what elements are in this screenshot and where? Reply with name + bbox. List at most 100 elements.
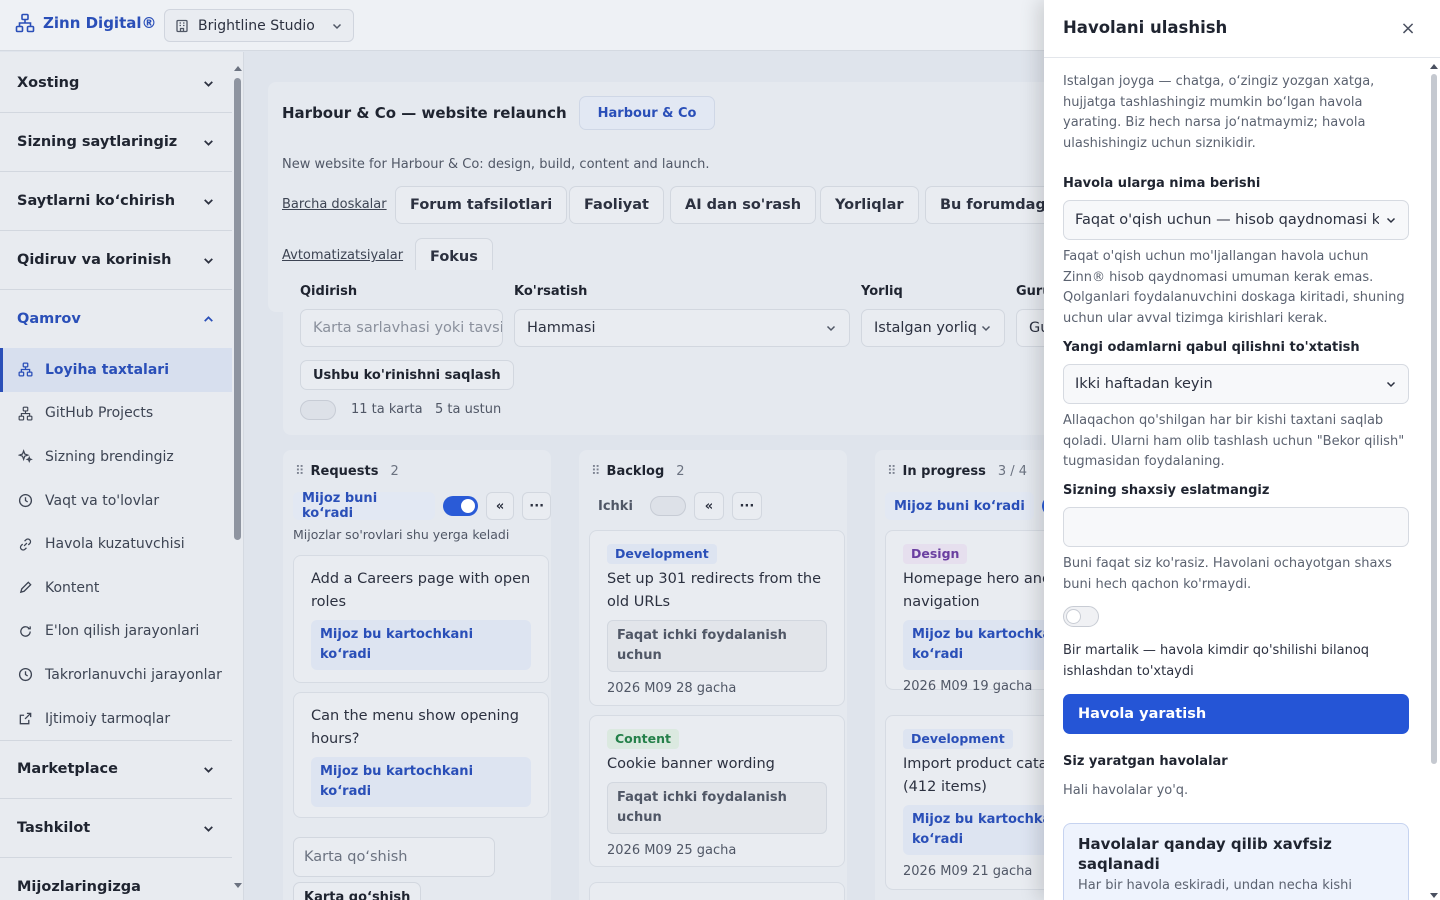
card-title: Homepage hero and navigation [903,571,1045,610]
automations-link[interactable]: Avtomatizatsiyalar [282,248,403,263]
column-menu-button[interactable]: ··· [731,492,762,520]
sidebar-section-migration[interactable]: Saytlarni ko‘chirish [0,172,232,231]
board-card[interactable]: Add a Careers page with open roles Mijoz… [293,555,549,683]
column-count: 2 [676,464,685,479]
tab-forum-details[interactable]: Forum tafsilotlari [395,186,568,224]
column-note: Mijozlar so'rovlari shu yerga keladi [293,527,510,542]
sidebar-section-coverage[interactable]: Qamrov Loyiha taxtalari GitHub Projects … [0,290,232,742]
sidebar-item-label: Ijtimoiy tarmoqlar [45,710,171,727]
collapse-column-button[interactable]: « [693,492,724,520]
show-select[interactable]: Hammasi [514,309,850,347]
column-menu-button[interactable]: ··· [522,492,551,520]
sidebar-item-label: Havola kuzatuvchisi [45,536,185,553]
sidebar-item-branding[interactable]: Sizning brendingiz [0,435,232,479]
tab-labels[interactable]: Yorliqlar [820,186,919,224]
access-label: Havola ularga nima berishi [1063,176,1261,191]
sidebar-item-github-projects[interactable]: GitHub Projects [0,392,232,436]
sidebar-item-time-payments[interactable]: Vaqt va to'lovlar [0,479,232,523]
client-visible-note: Mijoz bu kartochkani ko‘radi [903,805,1045,855]
info-text: Har bir havola eskiradi, undan necha kis… [1078,878,1353,893]
access-select[interactable]: Faqat o'qish uchun — hisob qaydnomasi ke… [1063,200,1409,240]
sidebar-item-publishing-workflows[interactable]: E'lon qilish jarayonlari [0,610,232,654]
sidebar-section-organization[interactable]: Tashkilot [0,799,232,858]
drag-handle-icon[interactable]: ⠿ [295,464,304,479]
board-card[interactable]: Design Homepage hero and navigation Mijo… [885,530,1045,694]
client-visibility-toggle[interactable] [649,496,686,516]
board-card[interactable] [589,882,845,900]
scroll-down-arrow-icon[interactable] [234,883,242,888]
brand-logo[interactable]: Zinn Digital® [15,13,157,33]
save-view-button[interactable]: Ushbu ko'rinishni saqlash [300,360,514,390]
card-title: Set up 301 redirects from the old URLs [607,571,822,610]
chevron-up-icon [204,315,213,322]
expire-select[interactable]: Ikki haftadan keyin [1063,364,1409,404]
section-label: Xosting [17,75,80,91]
sidebar-scrollbar[interactable] [233,64,242,888]
workspace-switcher[interactable]: Brightline Studio [164,9,354,42]
board-card[interactable]: Development Import product catalogue (41… [885,715,1045,890]
sidebar-section-search-visibility[interactable]: Qidiruv va korinish [0,231,232,290]
clock-icon [18,668,33,682]
org-chart-icon [15,13,35,33]
scrollbar-thumb[interactable] [234,78,241,540]
add-card-input[interactable]: Karta qo‘shish [293,837,495,877]
card-due-date: 2026 M09 28 gacha [607,681,737,696]
scrollbar-thumb[interactable] [1431,74,1437,764]
client-visibility-toggle[interactable] [443,496,478,516]
close-icon[interactable]: × [1398,19,1418,39]
sidebar-item-content[interactable]: Kontent [0,566,232,610]
one-time-toggle[interactable] [1063,606,1099,627]
sidebar-item-recurring-workflows[interactable]: Takrorlanuvchi jarayonlar [0,653,232,697]
main-area: Harbour & Co — website relaunch Harbour … [245,52,1045,900]
card-label: Development [903,729,1013,749]
label-filter-label: Yorliq [861,284,903,299]
board-card[interactable]: Content Cookie banner wording Faqat ichk… [589,715,845,867]
collapse-column-button[interactable]: « [485,492,515,520]
sidebar-item-project-boards[interactable]: Loyiha taxtalari [0,348,232,392]
tab-activity[interactable]: Faoliyat [569,186,664,224]
search-input[interactable]: Karta sarlavhasi yoki tavsifi [300,309,503,347]
group-select[interactable]: Guruhsiz [1016,309,1045,347]
create-link-button[interactable]: Havola yaratish [1063,694,1409,734]
visibility-badge: Mijoz buni ko‘radi [293,491,436,521]
chevron-down-icon [1386,381,1396,388]
sidebar-item-label: Sizning brendingiz [45,448,174,465]
board-card[interactable]: Can the menu show opening hours? Mijoz b… [293,692,549,818]
section-label: Tashkilot [17,820,91,836]
tab-this-forum[interactable]: Bu forumdagi [925,186,1045,224]
drag-handle-icon[interactable]: ⠿ [887,464,896,479]
chevron-down-icon [1386,217,1396,224]
columns-count: 5 ta ustun [435,402,502,417]
sidebar-section-clients[interactable]: Mijozlaringizga [0,858,232,900]
column-title: Backlog [606,464,665,479]
links-label: Siz yaratgan havolalar [1063,754,1228,769]
scroll-up-arrow-icon[interactable] [1430,64,1438,69]
sidebar-section-hosting[interactable]: Xosting [0,54,232,113]
drawer-scrollbar[interactable] [1429,62,1438,898]
card-due-date: 2026 M09 25 gacha [607,843,737,858]
card-due-date: 2026 M09 19 gacha [903,679,1033,694]
view-toggle[interactable] [300,400,336,420]
section-label: Qidiruv va korinish [17,252,172,268]
sidebar-item-link-tracker[interactable]: Havola kuzatuvchisi [0,522,232,566]
all-boards-link[interactable]: Barcha doskalar [282,197,387,212]
scroll-up-arrow-icon[interactable] [234,66,242,71]
tab-ask-ai[interactable]: AI dan so'rash [670,186,817,224]
client-badge[interactable]: Harbour & Co [578,96,716,130]
sidebar-item-social-networks[interactable]: Ijtimoiy tarmoqlar [0,697,232,741]
drawer-header: Havolani ulashish × [1044,0,1440,58]
card-due-date: 2026 M09 21 gacha [903,864,1033,879]
private-note-input[interactable] [1063,507,1409,547]
sidebar-item-label: E'lon qilish jarayonlari [45,623,200,640]
access-select-value: Faqat o'qish uchun — hisob qaydnomasi ke… [1075,212,1379,228]
drag-handle-icon[interactable]: ⠿ [591,464,600,479]
sidebar-item-label: GitHub Projects [45,405,154,422]
sidebar-section-marketplace[interactable]: Marketplace [0,740,232,799]
label-select[interactable]: Istalgan yorliq [861,309,1005,347]
scroll-down-arrow-icon[interactable] [1430,893,1438,898]
add-card-button[interactable]: Karta qo‘shish [293,882,422,900]
column-title: In progress [902,464,986,479]
section-label: Saytlarni ko‘chirish [17,193,176,209]
board-card[interactable]: Development Set up 301 redirects from th… [589,530,845,706]
sidebar-section-sites[interactable]: Sizning saytlaringiz [0,113,232,172]
